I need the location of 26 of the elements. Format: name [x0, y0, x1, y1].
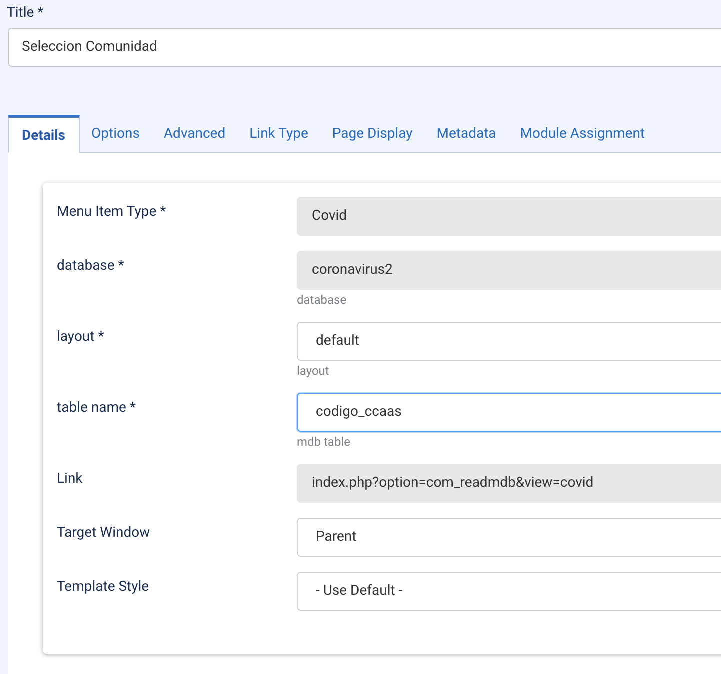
tab[interactable]: Details [8, 115, 80, 153]
field-hint: database [297, 293, 347, 307]
select-field[interactable]: - Use Default - [297, 572, 721, 611]
field-hint: layout [297, 364, 330, 378]
readonly-field[interactable]: index.php?option=com_readmdb&view=covid [297, 464, 721, 503]
tab[interactable]: Options [80, 115, 152, 152]
field-label: Menu Item Type * [57, 203, 166, 222]
field-label: Template Style [57, 578, 150, 597]
select-field[interactable]: default [297, 322, 721, 361]
readonly-field[interactable]: coronavirus2 [297, 251, 721, 290]
tab[interactable]: Metadata [424, 115, 508, 152]
field-label: Title * [7, 5, 44, 21]
readonly-field[interactable]: Covid [297, 197, 721, 236]
field-label: Target Window [57, 524, 150, 543]
field-label: table name * [57, 399, 136, 418]
field-hint: mdb table [297, 435, 350, 449]
tab[interactable]: Link Type [238, 115, 320, 152]
tab[interactable]: Module Assignment [508, 115, 658, 152]
select-field[interactable]: codigo_ccaas [297, 393, 721, 432]
title-input[interactable]: Seleccion Comunidad [8, 28, 721, 67]
field-label: Link [57, 470, 83, 489]
field-label: layout * [57, 328, 104, 347]
select-field[interactable]: Parent [297, 518, 721, 557]
tab[interactable]: Page Display [320, 115, 425, 152]
field-label: database * [57, 257, 124, 276]
tab[interactable]: Advanced [152, 115, 238, 152]
